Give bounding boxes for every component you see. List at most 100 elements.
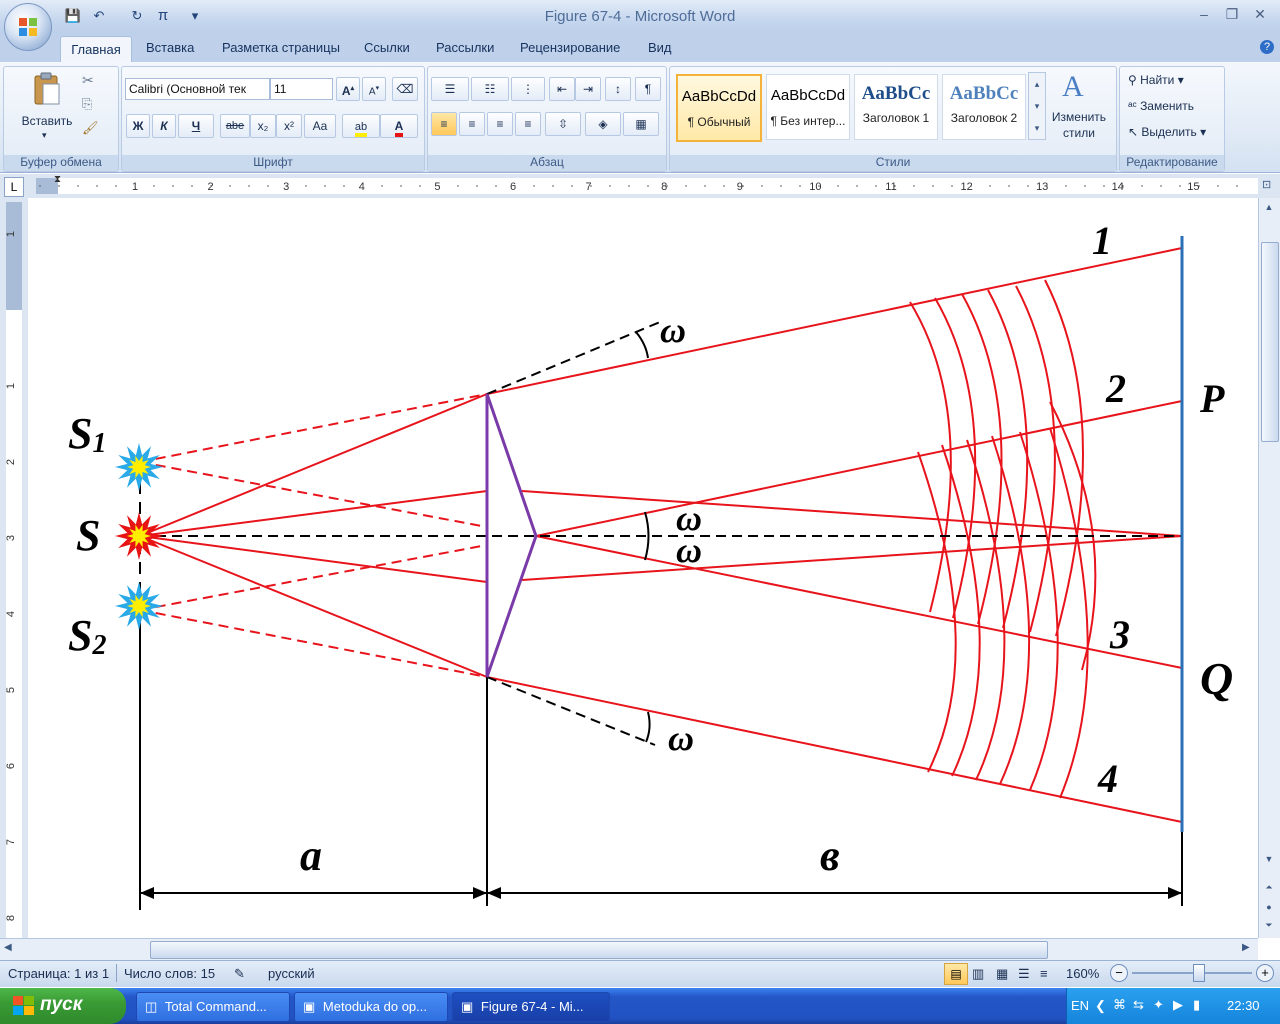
scroll-left-icon[interactable]: ◀	[4, 942, 12, 953]
ray-1	[486, 247, 1183, 395]
change-styles-button[interactable]: A Изменить стили	[1048, 70, 1110, 146]
align-left-button[interactable]: ≡	[431, 112, 457, 136]
scroll-up-icon[interactable]: ▲	[1261, 202, 1277, 218]
subscript-button[interactable]: x₂	[250, 114, 276, 138]
label-ray-2: 2	[1105, 366, 1126, 411]
align-center-button[interactable]: ≡	[459, 112, 485, 136]
taskbar-item-metoduka[interactable]: ▣ Metoduka do op...	[294, 992, 448, 1022]
horizontal-scroll-thumb[interactable]	[150, 941, 1048, 959]
paste-button[interactable]: Вставить ▾	[14, 70, 80, 142]
borders-button[interactable]: ▦	[623, 112, 659, 136]
bold-button[interactable]: Ж	[126, 114, 150, 138]
shading-button[interactable]: ◈	[585, 112, 621, 136]
style-normal[interactable]: AaBbCcDd ¶ Обычный	[676, 74, 762, 142]
multilevel-list-button[interactable]: ⋮	[511, 77, 545, 101]
language-indicator[interactable]: русский	[268, 966, 315, 981]
input-language[interactable]: EN	[1071, 998, 1089, 1013]
select-browse-icon[interactable]: ●	[1261, 902, 1277, 918]
help-icon[interactable]: ?	[1260, 40, 1274, 54]
strikethrough-button[interactable]: abe	[220, 114, 250, 138]
page-count[interactable]: Страница: 1 из 1	[8, 966, 109, 981]
find-button[interactable]: ⚲ Найти ▾	[1128, 70, 1218, 90]
line-spacing-button[interactable]: ⇳	[545, 112, 581, 136]
group-label: Абзац	[428, 155, 666, 171]
format-painter-icon[interactable]: 🖌	[82, 120, 99, 136]
zoom-slider-thumb[interactable]	[1193, 964, 1205, 982]
decrease-indent-button[interactable]: ⇤	[549, 77, 575, 101]
taskbar-item-total-commander[interactable]: ◫ Total Command...	[136, 992, 290, 1022]
divider	[116, 964, 117, 982]
word-count[interactable]: Число слов: 15	[124, 966, 215, 981]
bullets-button[interactable]: ☰	[431, 77, 469, 101]
tray-expand-icon[interactable]: ❮	[1095, 998, 1106, 1014]
copy-icon[interactable]: ⎘	[82, 96, 92, 112]
group-label: Буфер обмена	[4, 155, 118, 171]
tray-app-icon[interactable]: ⌘	[1113, 997, 1126, 1013]
taskbar-item-figure[interactable]: ▣ Figure 67-4 - Mi...	[452, 992, 610, 1022]
tab-insert[interactable]: Вставка	[146, 40, 194, 60]
start-button[interactable]: пуск	[0, 988, 126, 1024]
tab-view[interactable]: Вид	[648, 40, 672, 60]
grow-font-button[interactable]: A▴	[336, 77, 360, 101]
wavefront-arc	[987, 289, 1029, 629]
replace-button[interactable]: ᵃᶜ Заменить	[1128, 96, 1218, 116]
wavefront-arc	[1044, 279, 1084, 637]
sort-button[interactable]: ↕	[605, 77, 631, 101]
zoom-in-icon[interactable]: +	[1256, 964, 1274, 982]
arrow-head	[487, 887, 501, 899]
zoom-out-icon[interactable]: −	[1110, 964, 1128, 982]
ruler-numbers: 123456789101112131415	[39, 181, 1238, 193]
web-layout-icon[interactable]: ▦	[996, 966, 1008, 982]
style-heading-2[interactable]: AaBbCc Заголовок 2	[942, 74, 1026, 140]
change-case-button[interactable]: Aa	[304, 114, 336, 138]
tab-page-layout[interactable]: Разметка страницы	[222, 40, 340, 60]
style-heading-1[interactable]: AaBbCc Заголовок 1	[854, 74, 938, 140]
align-right-button[interactable]: ≡	[487, 112, 513, 136]
tray-security-icon[interactable]: ✦	[1153, 997, 1164, 1013]
document-page[interactable]: S1 S S2 ω ω ω ω 1 2 3 4 P Q a в	[28, 198, 1258, 938]
shrink-font-button[interactable]: A▾	[362, 77, 386, 101]
zoom-level[interactable]: 160%	[1066, 966, 1099, 981]
zoom-slider-track[interactable]	[1132, 972, 1252, 974]
font-color-button[interactable]: A	[380, 114, 418, 138]
clear-format-button[interactable]: ⌫	[392, 77, 418, 101]
next-page-icon[interactable]: ⏷	[1261, 920, 1277, 936]
font-size-combo[interactable]: 11	[270, 78, 333, 100]
increase-indent-button[interactable]: ⇥	[575, 77, 601, 101]
superscript-button[interactable]: x²	[276, 114, 302, 138]
italic-button[interactable]: К	[152, 114, 176, 138]
minimize-icon[interactable]: –	[1192, 6, 1216, 24]
vertical-scroll-thumb[interactable]	[1261, 242, 1279, 442]
tab-home[interactable]: Главная	[60, 36, 132, 64]
tray-notes-icon[interactable]: ▮	[1193, 997, 1200, 1013]
ruler-number: 7	[5, 839, 17, 845]
highlight-button[interactable]: ab	[342, 114, 380, 138]
numbering-button[interactable]: ☷	[471, 77, 509, 101]
style-no-spacing[interactable]: AaBbCcDd ¶ Без интер...	[766, 74, 850, 140]
restore-icon[interactable]: ❐	[1220, 6, 1244, 24]
cut-icon[interactable]: ✂	[82, 72, 94, 89]
horizontal-ruler[interactable]: L ⧗ 123456789101112131415 ⊡	[0, 174, 1280, 199]
close-icon[interactable]: ✕	[1248, 6, 1272, 24]
view-ruler-icon[interactable]: ⊡	[1262, 178, 1276, 192]
scroll-right-icon[interactable]: ▶	[1242, 942, 1250, 953]
show-marks-button[interactable]: ¶	[635, 77, 661, 101]
proofing-icon[interactable]: ✎	[234, 966, 245, 982]
styles-scroll[interactable]: ▴ ▾ ▾	[1028, 72, 1046, 140]
office-button[interactable]	[4, 3, 52, 51]
font-name-combo[interactable]: Calibri (Основной тек	[125, 78, 270, 100]
print-layout-icon[interactable]: ▤	[944, 963, 968, 985]
outline-icon[interactable]: ☰	[1018, 966, 1030, 982]
underline-button[interactable]: Ч	[178, 114, 214, 138]
justify-button[interactable]: ≡	[515, 112, 541, 136]
tray-network-icon[interactable]: ⇆	[1133, 997, 1144, 1013]
scroll-down-icon[interactable]: ▼	[1261, 854, 1277, 870]
tray-media-icon[interactable]: ▶	[1173, 997, 1183, 1013]
prev-page-icon[interactable]: ⏶	[1261, 882, 1277, 898]
full-screen-reading-icon[interactable]: ▥	[972, 966, 984, 982]
tab-mailings[interactable]: Рассылки	[436, 40, 494, 60]
select-button[interactable]: ↖ Выделить ▾	[1128, 122, 1218, 142]
draft-icon[interactable]: ≡	[1040, 966, 1048, 981]
tab-references[interactable]: Ссылки	[364, 40, 410, 60]
tab-review[interactable]: Рецензирование	[520, 40, 620, 60]
